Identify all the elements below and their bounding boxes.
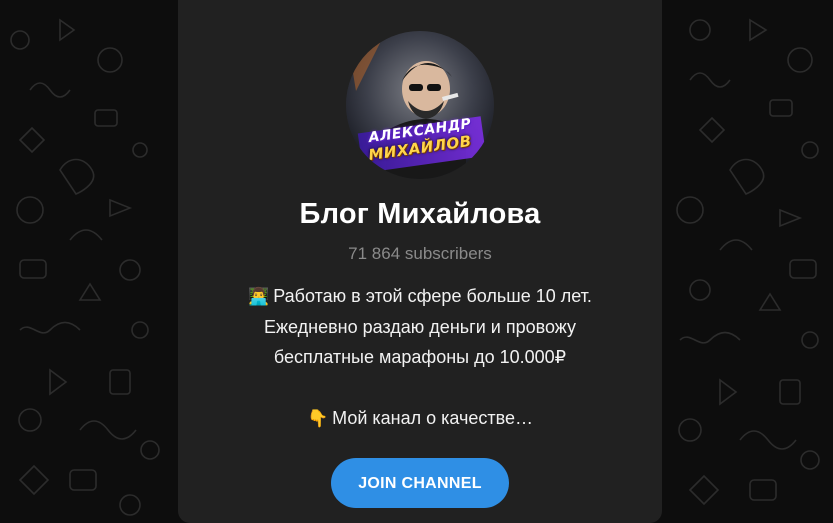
description-line-4: 👇 Мой канал о качестве… [198,403,642,434]
channel-preview-card: АЛЕКСАНДР МИХАЙЛОВ Блог Михайлова 71 864… [178,0,662,523]
description-line-1: 👨‍💻 Работаю в этой сфере больше 10 лет. [198,281,642,312]
description-text-4: Мой канал о качестве… [332,408,534,428]
description-line-2: Ежедневно раздаю деньги и провожу [263,317,576,337]
technologist-emoji-icon: 👨‍💻 [248,287,270,306]
description-line-3: бесплатные марафоны до 10.000₽ [273,347,567,367]
join-channel-button[interactable]: JOIN CHANNEL [331,458,509,508]
description-text-1: Работаю в этой сфере больше 10 лет. [273,286,592,306]
subscriber-count: 71 864 subscribers [348,244,492,263]
channel-title: Блог Михайлова [299,198,541,230]
description-spacer [198,372,642,403]
channel-avatar: АЛЕКСАНДР МИХАЙЛОВ [346,31,494,179]
pointing-down-emoji-icon: 👇 [306,409,329,428]
channel-description: 👨‍💻 Работаю в этой сфере больше 10 лет. Е… [198,281,642,434]
